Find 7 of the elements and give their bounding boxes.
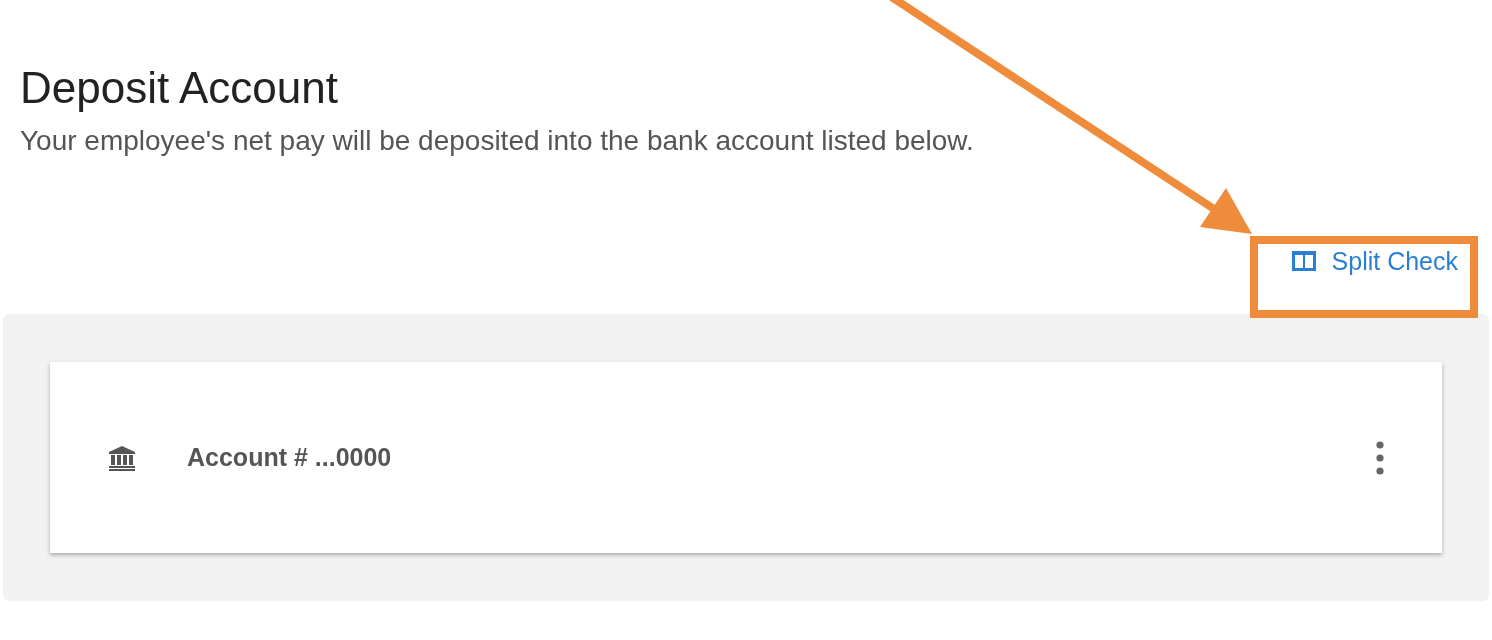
page-title: Deposit Account — [19, 62, 339, 114]
account-number: Account # ...0000 — [187, 443, 393, 472]
more-options-icon[interactable] — [1376, 440, 1384, 475]
columns-icon — [1289, 249, 1318, 273]
bank-icon — [108, 444, 136, 471]
page-description: Your employee's net pay will be deposited into the bank account listed below. — [20, 124, 975, 158]
split-check-button[interactable]: Split Check — [1289, 238, 1458, 284]
